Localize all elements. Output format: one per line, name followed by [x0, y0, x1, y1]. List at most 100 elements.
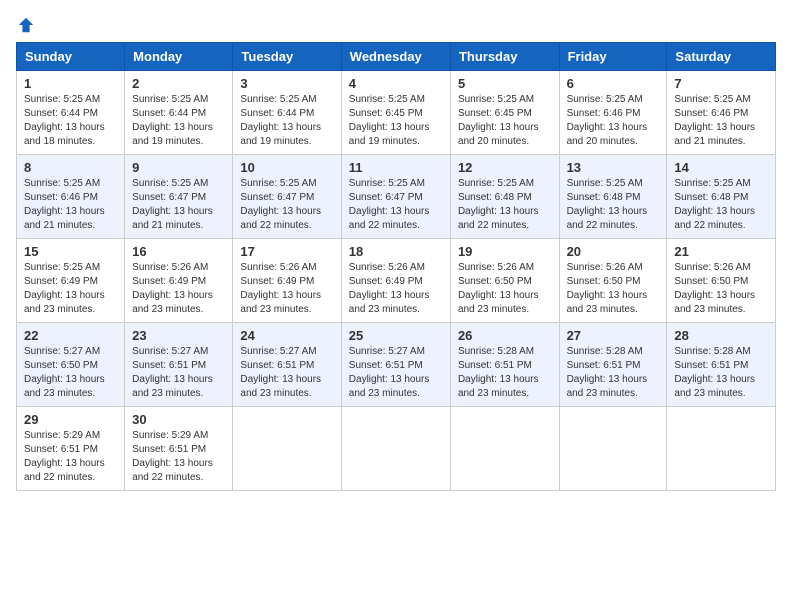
calendar-header-saturday: Saturday [667, 43, 776, 71]
day-number: 11 [349, 160, 443, 175]
calendar-cell: 5 Sunrise: 5:25 AM Sunset: 6:45 PM Dayli… [450, 71, 559, 155]
day-number: 7 [674, 76, 768, 91]
calendar-header-tuesday: Tuesday [233, 43, 341, 71]
day-info: Sunrise: 5:27 AM Sunset: 6:51 PM Dayligh… [349, 345, 443, 401]
day-info: Sunrise: 5:26 AM Sunset: 6:49 PM Dayligh… [349, 261, 443, 317]
day-info: Sunrise: 5:25 AM Sunset: 6:48 PM Dayligh… [567, 177, 660, 233]
day-info: Sunrise: 5:29 AM Sunset: 6:51 PM Dayligh… [24, 429, 117, 485]
day-info: Sunrise: 5:25 AM Sunset: 6:48 PM Dayligh… [674, 177, 768, 233]
calendar-cell: 8 Sunrise: 5:25 AM Sunset: 6:46 PM Dayli… [17, 155, 125, 239]
day-info: Sunrise: 5:25 AM Sunset: 6:46 PM Dayligh… [24, 177, 117, 233]
calendar-cell: 30 Sunrise: 5:29 AM Sunset: 6:51 PM Dayl… [125, 407, 233, 491]
day-number: 19 [458, 244, 552, 259]
day-number: 26 [458, 328, 552, 343]
calendar-cell: 4 Sunrise: 5:25 AM Sunset: 6:45 PM Dayli… [341, 71, 450, 155]
calendar-cell: 25 Sunrise: 5:27 AM Sunset: 6:51 PM Dayl… [341, 323, 450, 407]
calendar-cell: 2 Sunrise: 5:25 AM Sunset: 6:44 PM Dayli… [125, 71, 233, 155]
calendar-cell: 19 Sunrise: 5:26 AM Sunset: 6:50 PM Dayl… [450, 239, 559, 323]
logo [16, 16, 36, 34]
day-info: Sunrise: 5:27 AM Sunset: 6:51 PM Dayligh… [132, 345, 225, 401]
day-number: 14 [674, 160, 768, 175]
day-info: Sunrise: 5:28 AM Sunset: 6:51 PM Dayligh… [458, 345, 552, 401]
day-number: 20 [567, 244, 660, 259]
calendar-cell: 3 Sunrise: 5:25 AM Sunset: 6:44 PM Dayli… [233, 71, 341, 155]
day-number: 9 [132, 160, 225, 175]
day-number: 23 [132, 328, 225, 343]
day-info: Sunrise: 5:27 AM Sunset: 6:51 PM Dayligh… [240, 345, 333, 401]
day-info: Sunrise: 5:26 AM Sunset: 6:50 PM Dayligh… [458, 261, 552, 317]
day-info: Sunrise: 5:26 AM Sunset: 6:50 PM Dayligh… [674, 261, 768, 317]
calendar-week-row: 29 Sunrise: 5:29 AM Sunset: 6:51 PM Dayl… [17, 407, 776, 491]
day-info: Sunrise: 5:27 AM Sunset: 6:50 PM Dayligh… [24, 345, 117, 401]
calendar-cell [233, 407, 341, 491]
day-info: Sunrise: 5:29 AM Sunset: 6:51 PM Dayligh… [132, 429, 225, 485]
calendar-cell: 16 Sunrise: 5:26 AM Sunset: 6:49 PM Dayl… [125, 239, 233, 323]
day-number: 1 [24, 76, 117, 91]
day-info: Sunrise: 5:25 AM Sunset: 6:44 PM Dayligh… [240, 93, 333, 149]
calendar-header-wednesday: Wednesday [341, 43, 450, 71]
calendar-cell: 17 Sunrise: 5:26 AM Sunset: 6:49 PM Dayl… [233, 239, 341, 323]
calendar-cell: 23 Sunrise: 5:27 AM Sunset: 6:51 PM Dayl… [125, 323, 233, 407]
day-info: Sunrise: 5:25 AM Sunset: 6:47 PM Dayligh… [349, 177, 443, 233]
calendar-week-row: 8 Sunrise: 5:25 AM Sunset: 6:46 PM Dayli… [17, 155, 776, 239]
calendar-cell: 26 Sunrise: 5:28 AM Sunset: 6:51 PM Dayl… [450, 323, 559, 407]
day-info: Sunrise: 5:25 AM Sunset: 6:48 PM Dayligh… [458, 177, 552, 233]
calendar-cell: 1 Sunrise: 5:25 AM Sunset: 6:44 PM Dayli… [17, 71, 125, 155]
day-number: 24 [240, 328, 333, 343]
calendar-cell: 27 Sunrise: 5:28 AM Sunset: 6:51 PM Dayl… [559, 323, 667, 407]
day-info: Sunrise: 5:28 AM Sunset: 6:51 PM Dayligh… [567, 345, 660, 401]
calendar-cell: 18 Sunrise: 5:26 AM Sunset: 6:49 PM Dayl… [341, 239, 450, 323]
day-info: Sunrise: 5:25 AM Sunset: 6:44 PM Dayligh… [132, 93, 225, 149]
calendar-cell [341, 407, 450, 491]
day-number: 3 [240, 76, 333, 91]
calendar-cell: 10 Sunrise: 5:25 AM Sunset: 6:47 PM Dayl… [233, 155, 341, 239]
calendar-week-row: 15 Sunrise: 5:25 AM Sunset: 6:49 PM Dayl… [17, 239, 776, 323]
day-info: Sunrise: 5:26 AM Sunset: 6:50 PM Dayligh… [567, 261, 660, 317]
day-number: 15 [24, 244, 117, 259]
day-info: Sunrise: 5:26 AM Sunset: 6:49 PM Dayligh… [240, 261, 333, 317]
day-number: 8 [24, 160, 117, 175]
calendar-header-thursday: Thursday [450, 43, 559, 71]
day-info: Sunrise: 5:25 AM Sunset: 6:47 PM Dayligh… [132, 177, 225, 233]
day-info: Sunrise: 5:25 AM Sunset: 6:49 PM Dayligh… [24, 261, 117, 317]
day-info: Sunrise: 5:25 AM Sunset: 6:45 PM Dayligh… [349, 93, 443, 149]
calendar-header-row: SundayMondayTuesdayWednesdayThursdayFrid… [17, 43, 776, 71]
calendar-cell: 6 Sunrise: 5:25 AM Sunset: 6:46 PM Dayli… [559, 71, 667, 155]
calendar-cell: 7 Sunrise: 5:25 AM Sunset: 6:46 PM Dayli… [667, 71, 776, 155]
calendar-cell: 15 Sunrise: 5:25 AM Sunset: 6:49 PM Dayl… [17, 239, 125, 323]
day-number: 25 [349, 328, 443, 343]
calendar-cell: 20 Sunrise: 5:26 AM Sunset: 6:50 PM Dayl… [559, 239, 667, 323]
page-header [16, 16, 776, 34]
calendar-header-sunday: Sunday [17, 43, 125, 71]
calendar-week-row: 22 Sunrise: 5:27 AM Sunset: 6:50 PM Dayl… [17, 323, 776, 407]
calendar-header-friday: Friday [559, 43, 667, 71]
day-info: Sunrise: 5:28 AM Sunset: 6:51 PM Dayligh… [674, 345, 768, 401]
calendar-header-monday: Monday [125, 43, 233, 71]
day-info: Sunrise: 5:25 AM Sunset: 6:47 PM Dayligh… [240, 177, 333, 233]
calendar-cell: 11 Sunrise: 5:25 AM Sunset: 6:47 PM Dayl… [341, 155, 450, 239]
day-number: 2 [132, 76, 225, 91]
calendar-cell [559, 407, 667, 491]
day-number: 21 [674, 244, 768, 259]
day-number: 6 [567, 76, 660, 91]
calendar-cell [450, 407, 559, 491]
day-number: 12 [458, 160, 552, 175]
day-number: 16 [132, 244, 225, 259]
day-number: 13 [567, 160, 660, 175]
day-info: Sunrise: 5:25 AM Sunset: 6:46 PM Dayligh… [674, 93, 768, 149]
day-number: 10 [240, 160, 333, 175]
day-number: 18 [349, 244, 443, 259]
calendar-cell [667, 407, 776, 491]
day-number: 27 [567, 328, 660, 343]
calendar-cell: 12 Sunrise: 5:25 AM Sunset: 6:48 PM Dayl… [450, 155, 559, 239]
calendar-cell: 13 Sunrise: 5:25 AM Sunset: 6:48 PM Dayl… [559, 155, 667, 239]
day-number: 4 [349, 76, 443, 91]
calendar-table: SundayMondayTuesdayWednesdayThursdayFrid… [16, 42, 776, 491]
calendar-cell: 21 Sunrise: 5:26 AM Sunset: 6:50 PM Dayl… [667, 239, 776, 323]
day-info: Sunrise: 5:25 AM Sunset: 6:45 PM Dayligh… [458, 93, 552, 149]
calendar-cell: 29 Sunrise: 5:29 AM Sunset: 6:51 PM Dayl… [17, 407, 125, 491]
calendar-week-row: 1 Sunrise: 5:25 AM Sunset: 6:44 PM Dayli… [17, 71, 776, 155]
day-info: Sunrise: 5:26 AM Sunset: 6:49 PM Dayligh… [132, 261, 225, 317]
calendar-cell: 24 Sunrise: 5:27 AM Sunset: 6:51 PM Dayl… [233, 323, 341, 407]
day-number: 30 [132, 412, 225, 427]
